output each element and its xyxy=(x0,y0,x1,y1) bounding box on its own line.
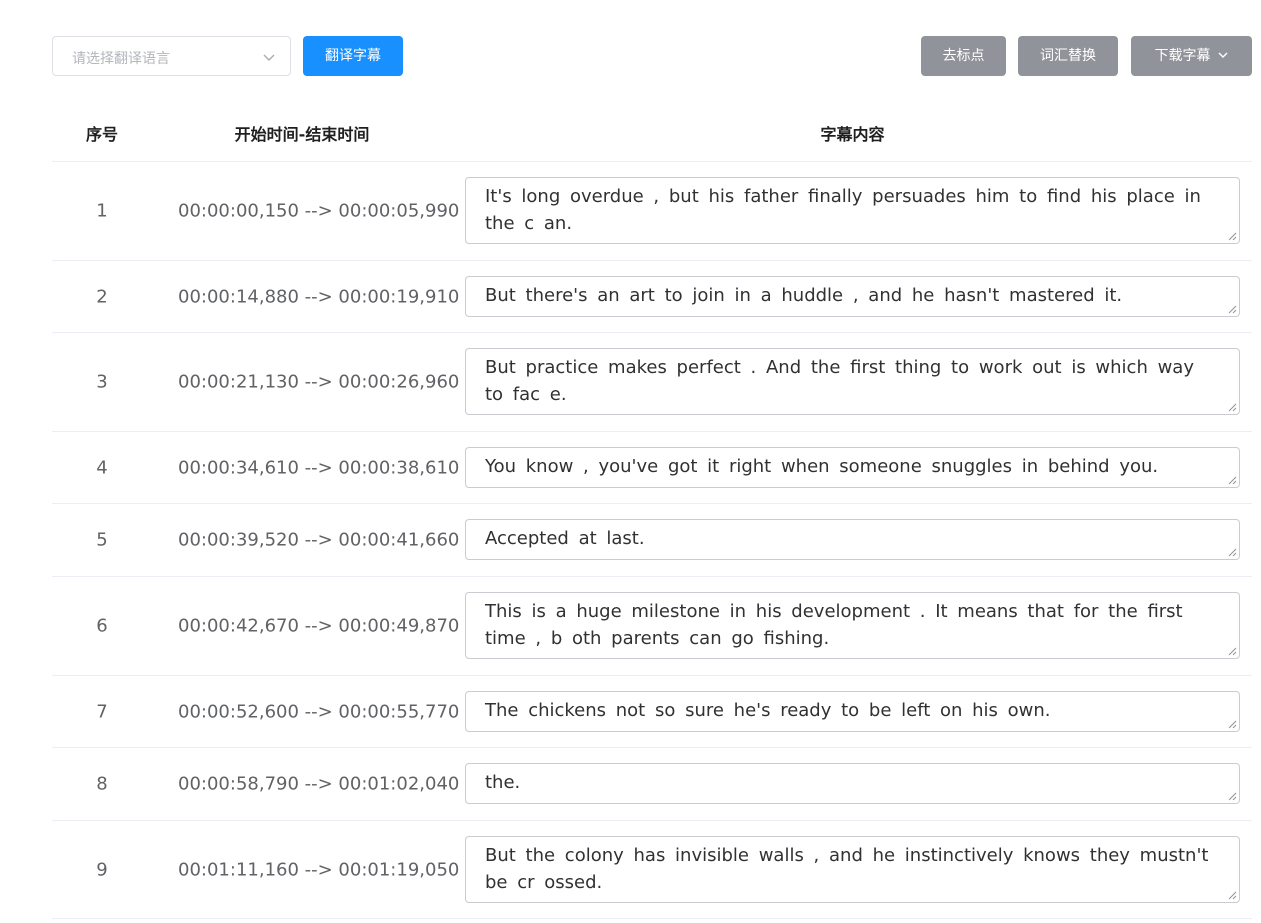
subtitle-textarea[interactable]: You know , you've got it right when some… xyxy=(465,447,1240,488)
row-index: 4 xyxy=(96,457,108,478)
download-subtitle-button[interactable]: 下载字幕 xyxy=(1131,36,1252,76)
row-index: 2 xyxy=(96,286,108,307)
resize-handle-icon[interactable] xyxy=(1227,646,1237,656)
download-subtitle-label: 下载字幕 xyxy=(1154,48,1211,64)
translate-subtitle-button[interactable]: 翻译字幕 xyxy=(303,36,403,76)
translate-language-select[interactable]: 请选择翻译语言 xyxy=(52,36,291,76)
chevron-down-icon xyxy=(1218,52,1227,58)
subtitle-text: Accepted at last. xyxy=(485,528,645,549)
subtitle-table: 序号 开始时间-结束时间 字幕内容 1 00:00:00,150 --> 00:… xyxy=(52,103,1252,919)
resize-handle-icon[interactable] xyxy=(1227,475,1237,485)
row-index: 1 xyxy=(96,200,108,222)
row-time: 00:00:21,130 --> 00:00:26,960 xyxy=(178,371,460,393)
subtitle-text: The chickens not so sure he's ready to b… xyxy=(485,700,1051,721)
subtitle-text: You know , you've got it right when some… xyxy=(485,456,1159,477)
subtitle-textarea[interactable]: Accepted at last. xyxy=(465,519,1240,560)
remove-punctuation-button[interactable]: 去标点 xyxy=(921,36,1006,76)
row-time: 00:00:14,880 --> 00:00:19,910 xyxy=(178,286,460,307)
row-index: 6 xyxy=(96,615,108,637)
row-index: 5 xyxy=(96,529,108,551)
row-time: 00:00:00,150 --> 00:00:05,990 xyxy=(178,200,460,222)
toolbar: 请选择翻译语言 翻译字幕 去标点 词汇替换 下载字幕 xyxy=(0,0,1261,100)
subtitle-text: This is a huge milestone in his developm… xyxy=(485,601,1183,649)
row-time: 00:00:34,610 --> 00:00:38,610 xyxy=(178,457,460,478)
resize-handle-icon[interactable] xyxy=(1227,719,1237,729)
table-row: 9 00:01:11,160 --> 00:01:19,050 But the … xyxy=(52,821,1252,919)
row-index: 8 xyxy=(96,773,108,795)
subtitle-text: But practice makes perfect . And the fir… xyxy=(485,357,1194,405)
select-placeholder: 请选择翻译语言 xyxy=(72,51,170,67)
subtitle-textarea[interactable]: But there's an art to join in a huddle ,… xyxy=(465,276,1240,317)
resize-handle-icon[interactable] xyxy=(1227,402,1237,412)
subtitle-textarea[interactable]: It's long overdue , but his father final… xyxy=(465,177,1240,244)
subtitle-textarea[interactable]: The chickens not so sure he's ready to b… xyxy=(465,691,1240,732)
subtitle-textarea[interactable]: But practice makes perfect . And the fir… xyxy=(465,348,1240,415)
resize-handle-icon[interactable] xyxy=(1227,791,1237,801)
table-header: 序号 开始时间-结束时间 字幕内容 xyxy=(52,103,1252,162)
chevron-down-icon xyxy=(263,54,275,61)
row-time: 00:00:42,670 --> 00:00:49,870 xyxy=(178,615,460,637)
row-index: 9 xyxy=(96,859,108,880)
subtitle-textarea[interactable]: But the colony has invisible walls , and… xyxy=(465,836,1240,903)
resize-handle-icon[interactable] xyxy=(1227,890,1237,900)
table-row: 8 00:00:58,790 --> 00:01:02,040 the. xyxy=(52,748,1252,821)
subtitle-text: It's long overdue , but his father final… xyxy=(485,186,1201,234)
table-row: 5 00:00:39,520 --> 00:00:41,660 Accepted… xyxy=(52,504,1252,577)
subtitle-textarea[interactable]: This is a huge milestone in his developm… xyxy=(465,592,1240,659)
row-index: 3 xyxy=(96,371,108,393)
table-row: 1 00:00:00,150 --> 00:00:05,990 It's lon… xyxy=(52,162,1252,261)
vocab-replace-button[interactable]: 词汇替换 xyxy=(1018,36,1118,76)
header-time: 开始时间-结束时间 xyxy=(234,125,370,144)
header-index: 序号 xyxy=(85,125,118,144)
row-time: 00:00:39,520 --> 00:00:41,660 xyxy=(178,529,460,551)
row-time: 00:01:11,160 --> 00:01:19,050 xyxy=(178,859,460,880)
table-row: 6 00:00:42,670 --> 00:00:49,870 This is … xyxy=(52,577,1252,676)
subtitle-textarea[interactable]: the. xyxy=(465,763,1240,804)
resize-handle-icon[interactable] xyxy=(1227,231,1237,241)
table-row: 7 00:00:52,600 --> 00:00:55,770 The chic… xyxy=(52,676,1252,748)
table-row: 3 00:00:21,130 --> 00:00:26,960 But prac… xyxy=(52,333,1252,432)
header-content: 字幕内容 xyxy=(820,125,885,144)
resize-handle-icon[interactable] xyxy=(1227,547,1237,557)
subtitle-text: the. xyxy=(485,772,521,793)
resize-handle-icon[interactable] xyxy=(1227,304,1237,314)
table-row: 2 00:00:14,880 --> 00:00:19,910 But ther… xyxy=(52,261,1252,333)
subtitle-text: But there's an art to join in a huddle ,… xyxy=(485,285,1123,306)
table-row: 4 00:00:34,610 --> 00:00:38,610 You know… xyxy=(52,432,1252,504)
row-index: 7 xyxy=(96,701,108,722)
row-time: 00:00:52,600 --> 00:00:55,770 xyxy=(178,701,460,722)
row-time: 00:00:58,790 --> 00:01:02,040 xyxy=(178,773,460,795)
subtitle-text: But the colony has invisible walls , and… xyxy=(485,845,1209,893)
